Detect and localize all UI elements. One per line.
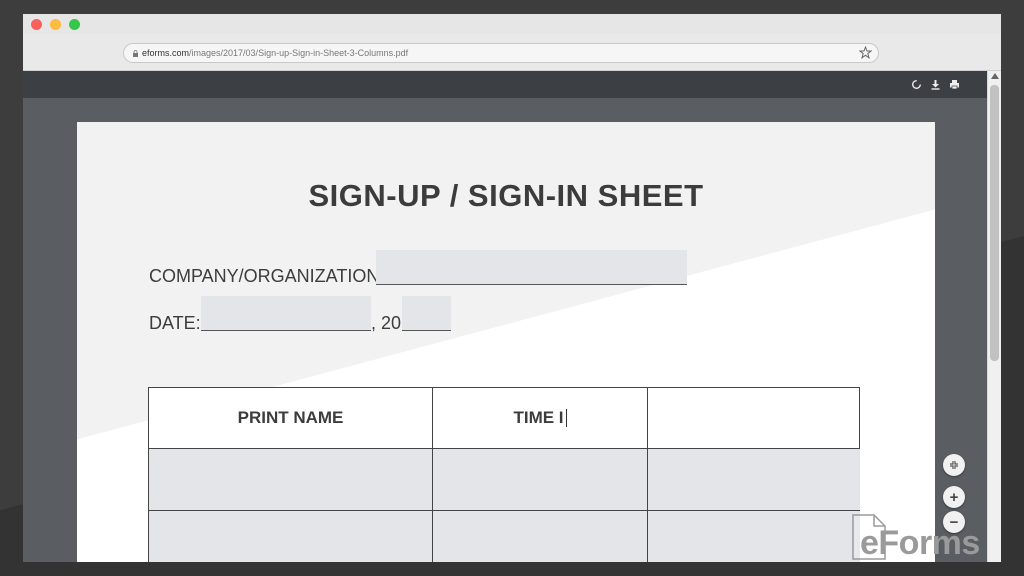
fit-page-icon [950, 461, 958, 469]
pdf-page: SIGN-UP / SIGN-IN SHEET COMPANY/ORGANIZA… [77, 122, 935, 562]
watermark-text: eForms [860, 524, 980, 562]
url-path: /images/2017/03/Sign-up-Sign-in-Sheet-3-… [189, 48, 409, 58]
scroll-up-arrow-icon[interactable] [991, 73, 999, 79]
company-label: COMPANY/ORGANIZATION: [149, 266, 385, 286]
header-time-in: TIME I [433, 388, 648, 449]
eforms-watermark: eForms [852, 512, 1002, 568]
company-field[interactable] [376, 250, 687, 285]
url-host: eforms.com [142, 48, 190, 58]
lock-icon [133, 50, 138, 57]
scrollbar-thumb[interactable] [990, 85, 999, 361]
date-field[interactable] [201, 296, 371, 331]
zoom-in-button[interactable]: + [943, 486, 965, 508]
header-time-in-label: TIME I [513, 408, 564, 427]
table-cell[interactable] [149, 511, 433, 562]
table-cell[interactable] [433, 449, 648, 511]
pdf-toolbar [23, 71, 987, 98]
maximize-window-button[interactable] [69, 19, 80, 30]
browser-window: eforms.com/images/2017/03/Sign-up-Sign-i… [23, 14, 1001, 562]
title-bar [23, 14, 1001, 34]
year-prefix: , 20 [371, 313, 402, 333]
print-icon[interactable] [949, 79, 960, 90]
minimize-window-button[interactable] [50, 19, 61, 30]
table-cell[interactable] [648, 511, 860, 562]
scrollbar[interactable] [987, 71, 1001, 562]
table-cell[interactable] [433, 511, 648, 562]
bookmark-star-icon[interactable] [859, 46, 872, 59]
rotate-icon[interactable] [911, 79, 922, 90]
zoom-in-icon: + [949, 488, 959, 506]
header-print-name: PRINT NAME [149, 388, 433, 449]
table-cell[interactable] [149, 449, 433, 511]
header-third-column [648, 388, 860, 449]
document-title: SIGN-UP / SIGN-IN SHEET [308, 178, 704, 213]
year-field[interactable] [402, 296, 451, 331]
date-label: DATE: [149, 313, 201, 333]
fit-page-button[interactable] [943, 454, 965, 476]
address-bar-row: eforms.com/images/2017/03/Sign-up-Sign-i… [23, 34, 1001, 71]
header-print-name-label: PRINT NAME [237, 408, 344, 427]
close-window-button[interactable] [31, 19, 42, 30]
text-cursor [565, 409, 567, 427]
address-bar[interactable]: eforms.com/images/2017/03/Sign-up-Sign-i… [123, 43, 879, 63]
sign-in-table: PRINT NAME TIME I [148, 387, 860, 562]
download-icon[interactable] [930, 79, 941, 90]
table-cell[interactable] [648, 449, 860, 511]
pdf-viewer: SIGN-UP / SIGN-IN SHEET COMPANY/ORGANIZA… [23, 98, 987, 562]
